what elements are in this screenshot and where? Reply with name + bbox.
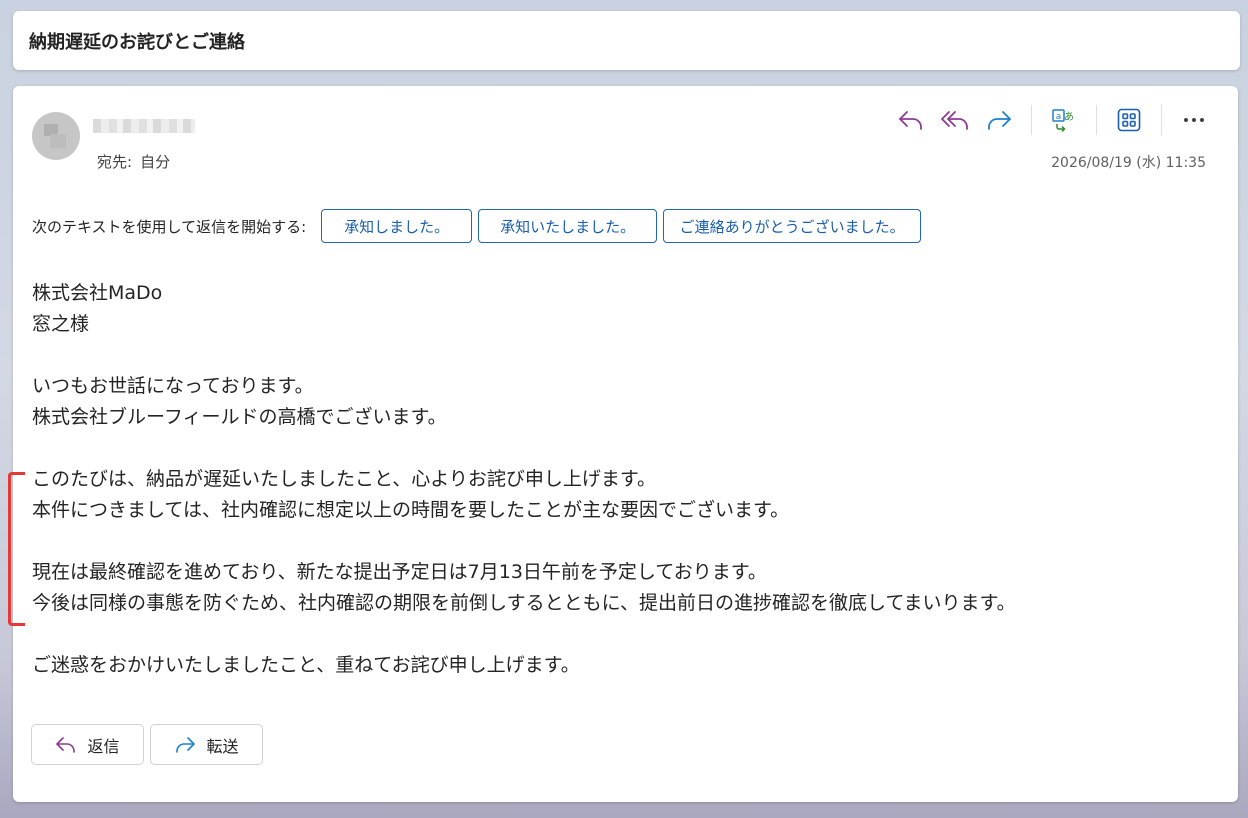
apps-icon [1117, 108, 1141, 132]
reply-icon [899, 111, 922, 130]
reply-icon [55, 736, 77, 754]
toolbar-divider [1096, 105, 1097, 135]
forward-icon [174, 736, 196, 754]
body-blank-line [32, 526, 1016, 557]
body-line: 現在は最終確認を進めており、新たな提出予定日は7月13日午前を予定しております。 [32, 561, 767, 583]
forward-action-label: 転送 [206, 736, 239, 756]
message-toolbar: a あ [889, 103, 1216, 137]
email-subject: 納期遅延のお詫びとご連絡 [29, 31, 245, 53]
translate-icon: a あ [1052, 109, 1074, 132]
reply-button[interactable] [889, 103, 933, 137]
body-line: ご迷惑をおかけいたしましたこと、重ねてお詫び申し上げます。 [32, 654, 580, 676]
suggested-replies: 次のテキストを使用して返信を開始する: 承知しました。 承知いたしました。 ご連… [32, 208, 927, 244]
body-line: 株式会社MaDo [32, 282, 163, 304]
reply-action-button[interactable]: 返信 [31, 724, 144, 765]
toolbar-divider [1031, 105, 1032, 135]
more-actions-button[interactable] [1172, 103, 1216, 137]
forward-button[interactable] [977, 103, 1021, 137]
suggested-replies-label: 次のテキストを使用して返信を開始する: [32, 217, 307, 236]
apps-button[interactable] [1107, 103, 1151, 137]
sender-avatar[interactable] [32, 112, 80, 160]
reply-all-icon [941, 111, 968, 130]
body-line: 今後は同様の事態を防ぐため、社内確認の期限を前倒しするとともに、提出前日の進捗確… [32, 592, 1016, 614]
received-datetime: 2026/08/19 (水) 11:35 [1051, 155, 1206, 171]
more-icon [1184, 118, 1204, 122]
toolbar-divider [1161, 105, 1162, 135]
to-value[interactable]: 自分 [140, 153, 170, 171]
forward-icon [988, 111, 1011, 130]
svg-text:a: a [1056, 112, 1062, 122]
body-blank-line [32, 340, 1016, 371]
annotation-bracket [8, 472, 25, 626]
body-line: いつもお世話になっております。 [32, 375, 314, 397]
body-blank-line [32, 433, 1016, 464]
suggested-reply-chip[interactable]: 承知いたしました。 [478, 209, 658, 243]
reply-all-button[interactable] [933, 103, 977, 137]
body-line: 株式会社ブルーフィールドの高橋でございます。 [32, 406, 447, 428]
sender-name-redacted[interactable] [93, 119, 195, 133]
translate-button[interactable]: a あ [1042, 103, 1086, 137]
suggested-reply-chip[interactable]: ご連絡ありがとうございました。 [663, 209, 922, 243]
suggested-reply-chip[interactable]: 承知しました。 [321, 209, 473, 243]
bottom-action-bar: 返信 転送 [31, 724, 269, 765]
subject-bar: 納期遅延のお詫びとご連絡 [13, 11, 1240, 70]
email-body: 株式会社MaDo 窓之様 いつもお世話になっております。 株式会社ブルーフィール… [32, 278, 1016, 681]
body-line: 窓之様 [32, 313, 90, 335]
reply-action-label: 返信 [87, 736, 120, 756]
body-line: 本件につきましては、社内確認に想定以上の時間を要したことが主な要因でございます。 [32, 499, 790, 521]
body-blank-line [32, 619, 1016, 650]
email-reading-pane: 宛先: 自分 2026/08/19 (水) 11:35 a あ 次のテキストを使… [13, 86, 1238, 802]
body-line: このたびは、納品が遅延いたしましたこと、心よりお詫び申し上げます。 [32, 468, 656, 490]
forward-action-button[interactable]: 転送 [150, 724, 263, 765]
to-label: 宛先: [97, 153, 133, 171]
svg-text:あ: あ [1064, 111, 1074, 123]
recipient-line: 宛先: 自分 [97, 151, 170, 172]
